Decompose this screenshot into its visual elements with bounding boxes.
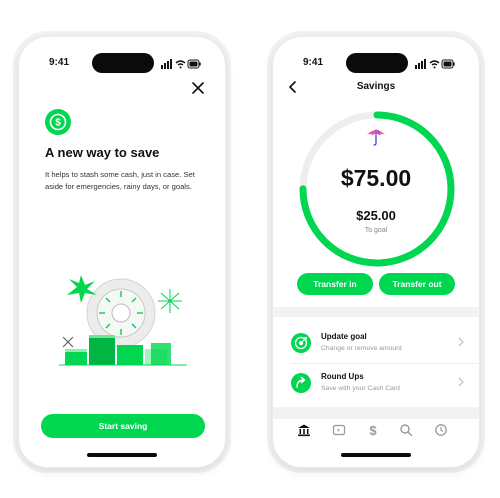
right-phone: 9:41 Savings $75.00 $25.00 To goal Trans… [272,36,480,468]
chevron-right-icon [458,377,464,387]
status-icons [415,59,455,69]
status-bar: 9:41 [273,53,479,73]
transfer-in-button[interactable]: Transfer in [297,273,373,295]
svg-text:$: $ [55,118,61,129]
dynamic-island [346,53,408,73]
umbrella-icon [367,129,385,146]
nav-title: Savings [356,81,396,92]
status-time: 9:41 [49,57,70,68]
activity-clock-icon[interactable] [432,421,450,439]
status-bar: 9:41 [19,53,225,73]
close-icon[interactable] [191,81,205,95]
search-icon[interactable] [397,421,415,439]
savings-balance: $75.00 [340,165,412,191]
update-goal-row[interactable]: Update goal Change or remove amount [273,323,479,363]
tab-bar: $ [273,421,479,441]
onboarding-screen: 9:41 $ A new way to save It helps to sta… [19,37,225,467]
left-phone: 9:41 $ A new way to save It helps to sta… [18,36,226,468]
goal-amount: $25.00 [356,208,396,223]
description-text: It helps to stash some cash, just in cas… [45,170,195,191]
svg-text:$: $ [369,423,377,437]
bank-icon[interactable] [295,421,313,439]
cash-app-dollar-icon: $ [45,109,71,135]
home-indicator [341,453,411,457]
row-title: Round Ups [321,372,364,381]
transfer-out-button[interactable]: Transfer out [379,273,455,295]
round-ups-row[interactable]: Round Ups Save with your Cash Card [273,363,479,403]
status-time: 9:41 [303,57,324,68]
card-icon[interactable] [330,421,348,439]
savings-illustration [59,275,187,366]
dollar-icon[interactable]: $ [364,421,382,439]
round-up-arrow-icon [291,373,311,393]
savings-screen: 9:41 Savings $75.00 $25.00 To goal Trans… [273,37,479,467]
dynamic-island [92,53,154,73]
section-divider [273,407,479,419]
start-saving-button[interactable]: Start saving [41,414,205,438]
status-icons [161,59,201,69]
section-divider [273,307,479,317]
page-title: A new way to save [45,145,160,160]
row-subtitle: Save with your Cash Card [321,385,400,392]
chevron-right-icon [458,337,464,347]
row-title: Update goal [321,332,367,341]
row-subtitle: Change or remove amount [321,345,402,352]
home-indicator [87,453,157,457]
goal-caption: To goal [364,227,388,234]
target-icon [291,333,311,353]
